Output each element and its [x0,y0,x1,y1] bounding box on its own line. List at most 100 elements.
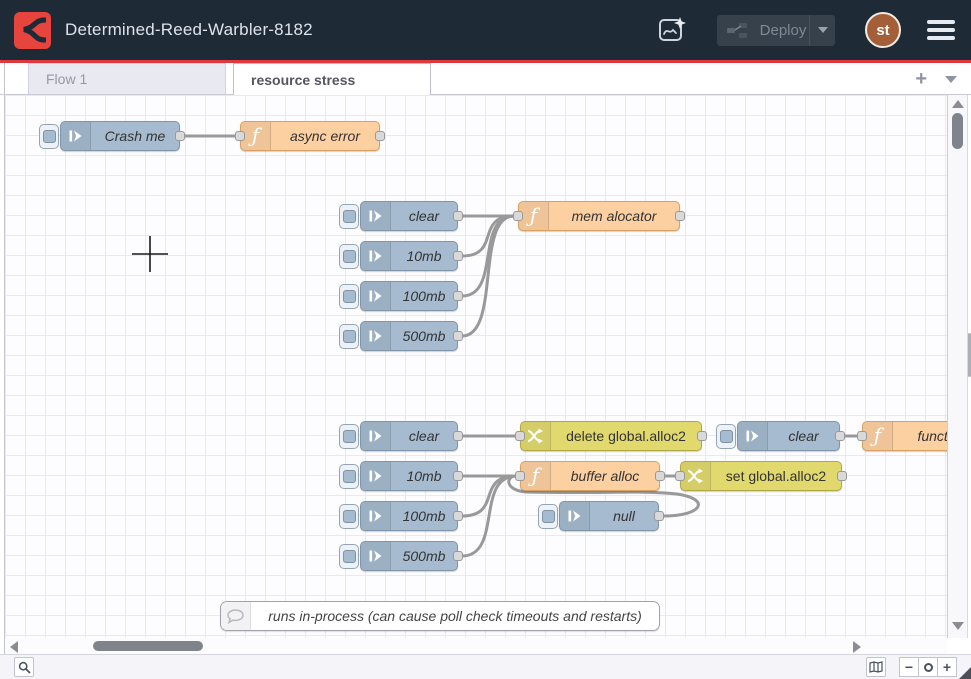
output-port[interactable] [453,291,463,301]
user-avatar[interactable]: st [865,12,901,48]
header-bar: Determined-Reed-Warbler-8182 Deploy st [0,0,971,60]
search-icon [18,661,31,674]
inject-trigger-button[interactable] [339,244,359,269]
deploy-label: Deploy [757,22,809,39]
input-port[interactable] [513,211,523,221]
node-label: 10mb [391,462,457,490]
inject-trigger-button[interactable] [538,504,558,529]
sidebar-splitter[interactable] [967,95,971,638]
input-port[interactable] [235,131,245,141]
node-label: delete global.alloc2 [551,422,701,450]
node-label: mem alocator [549,202,679,230]
node-label: null [590,502,658,530]
output-port[interactable] [453,511,463,521]
flow-tabbar: Flow 1resource stress + [0,63,971,95]
inject-trigger-button[interactable] [39,124,59,149]
editor-footer: − + [0,654,971,679]
navigator-toggle-button[interactable] [866,657,886,677]
input-port[interactable] [515,471,525,481]
flow-tab-resource-stress[interactable]: resource stress [233,63,431,95]
node-buffer-alloc[interactable]: ƒbuffer alloc [520,461,660,491]
flow-tab-flow-1[interactable]: Flow 1 [28,63,226,94]
node-label: 10mb [391,242,457,270]
node-100mb-2[interactable]: 100mb [360,501,458,531]
node-500mb-2[interactable]: 500mb [360,541,458,571]
node-crash-me[interactable]: Crash me [60,121,180,151]
hamburger-icon [927,20,955,24]
inject-trigger-button[interactable] [716,424,736,449]
node-null-inject[interactable]: null [559,501,659,531]
output-port[interactable] [655,471,665,481]
zoom-out-button[interactable]: − [899,657,919,677]
zoom-reset-button[interactable] [918,657,938,677]
vertical-scrollbar[interactable] [947,95,967,638]
flowfuse-node-red-editor: Determined-Reed-Warbler-8182 Deploy st [0,0,971,679]
add-flow-button[interactable]: + [915,69,927,89]
scroll-down-icon[interactable] [952,622,964,630]
scroll-left-icon[interactable] [10,641,18,653]
node-async-error[interactable]: ƒasync error [240,121,380,151]
node-label: Crash me [91,122,179,150]
scroll-up-icon[interactable] [952,100,964,108]
output-port[interactable] [453,211,463,221]
horizontal-scrollbar[interactable] [5,638,947,654]
output-port[interactable] [835,431,845,441]
horizontal-scroll-thumb[interactable] [93,641,203,651]
zoom-in-button[interactable]: + [937,657,957,677]
function-icon: ƒ [863,422,893,450]
vertical-scroll-thumb[interactable] [952,113,963,149]
node-clear-3[interactable]: clear [737,421,840,451]
node-500mb-1[interactable]: 500mb [360,321,458,351]
inject-trigger-button[interactable] [339,284,359,309]
map-icon [869,661,883,673]
inject-trigger-button[interactable] [339,544,359,569]
output-port[interactable] [453,331,463,341]
flow-canvas[interactable]: Crash me ƒasync error clear 10mb 100mb 500mb ƒ… [5,95,947,638]
node-label: 500mb [391,322,457,350]
output-port[interactable] [697,431,707,441]
inject-trigger-button[interactable] [339,424,359,449]
inject-arrow-icon [361,542,391,570]
output-port[interactable] [453,551,463,561]
main-menu-button[interactable] [925,16,957,44]
corner-resize-grip[interactable] [959,667,971,679]
inject-trigger-button[interactable] [339,204,359,229]
function-icon: ƒ [241,122,271,150]
scroll-right-icon[interactable] [853,641,861,653]
node-label: 500mb [391,542,457,570]
flow-assistant-icon[interactable] [655,13,689,47]
input-port[interactable] [515,431,525,441]
output-port[interactable] [837,471,847,481]
output-port[interactable] [675,211,685,221]
change-shuffle-icon [681,462,711,490]
node-100mb-1[interactable]: 100mb [360,281,458,311]
node-10mb-1[interactable]: 10mb [360,241,458,271]
node-10mb-2[interactable]: 10mb [360,461,458,491]
node-set-global-alloc2[interactable]: set global.alloc2 [680,461,842,491]
node-comment-1[interactable]: runs in-process (can cause poll check ti… [220,601,660,631]
output-port[interactable] [175,131,185,141]
search-button[interactable] [14,657,34,677]
node-label: clear [768,422,839,450]
node-mem-alocator[interactable]: ƒmem alocator [518,201,680,231]
inject-trigger-button[interactable] [339,324,359,349]
node-label: 100mb [391,282,457,310]
inject-trigger-button[interactable] [339,504,359,529]
node-clear-2[interactable]: clear [360,421,458,451]
output-port[interactable] [453,471,463,481]
flow-list-chevron-icon[interactable] [945,76,957,83]
flowfuse-logo[interactable] [14,12,51,49]
output-port[interactable] [453,251,463,261]
node-delete-global-alloc2[interactable]: delete global.alloc2 [520,421,702,451]
input-port[interactable] [857,431,867,441]
inject-trigger-button[interactable] [339,464,359,489]
node-clear-1[interactable]: clear [360,201,458,231]
output-port[interactable] [654,511,664,521]
deploy-button[interactable]: Deploy [717,15,835,46]
input-port[interactable] [675,471,685,481]
node-function-cut[interactable]: ƒfunction [862,421,947,451]
output-port[interactable] [453,431,463,441]
output-port[interactable] [375,131,385,141]
flowfuse-logo-icon [20,17,46,43]
deploy-options-button[interactable] [809,15,835,46]
